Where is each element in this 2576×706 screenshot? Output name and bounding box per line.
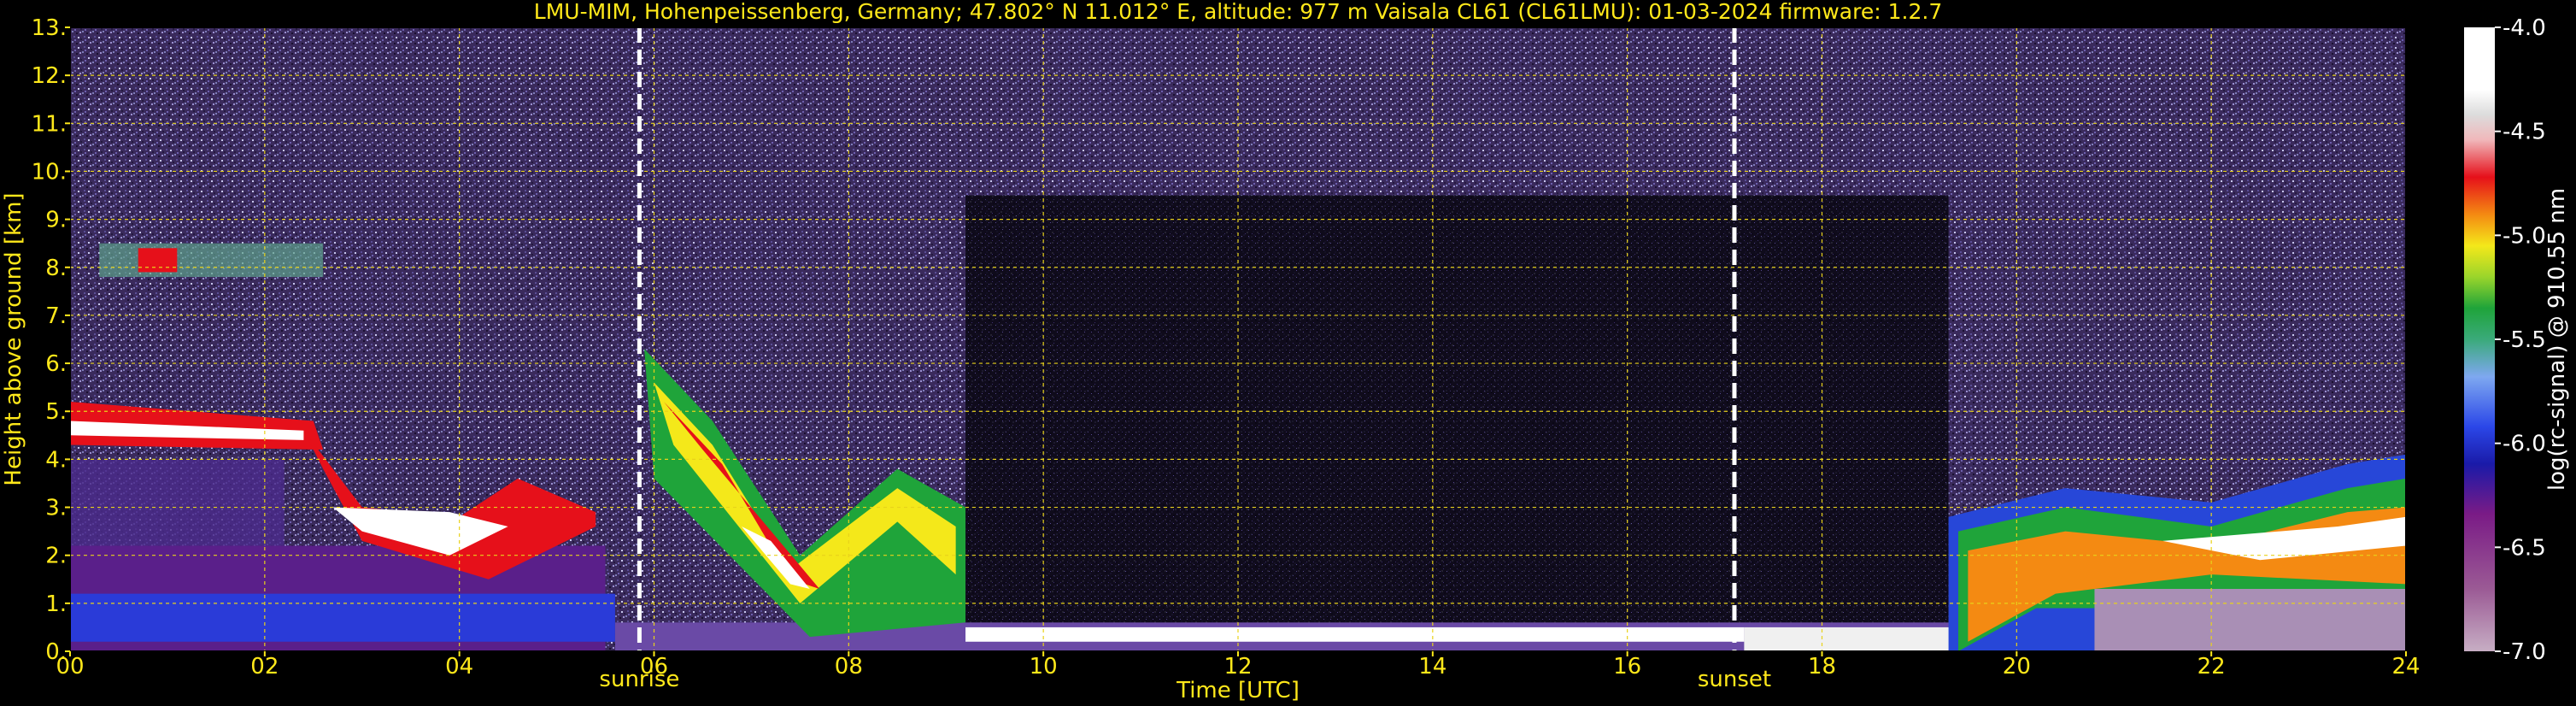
y-tick-label: 4. <box>45 447 67 473</box>
colorbar-tick-label: -7.0 <box>2503 639 2546 665</box>
plot-area <box>69 26 2407 652</box>
colorbar-tick-label: -6.0 <box>2503 432 2546 457</box>
x-tick-label: 02 <box>250 654 279 680</box>
annotation-label: sunset <box>1698 667 1771 692</box>
low-signal-region <box>965 195 1949 651</box>
x-tick-label: 18 <box>1808 654 1836 680</box>
colorbar-tick-label: -4.0 <box>2503 15 2546 41</box>
y-tick-label: 0. <box>45 639 67 665</box>
y-tick-label: 1. <box>45 591 67 617</box>
y-tick-label: 8. <box>45 256 67 281</box>
y-tick-label: 2. <box>45 544 67 569</box>
y-axis-label: Height above ground [km] <box>1 192 26 485</box>
y-axis: 0. 1. 2. 3. 4. 5. 6. 7. 8. 9. 10. 11. 12. 13. <box>32 15 70 665</box>
x-tick-label: 08 <box>835 654 863 680</box>
high-layer <box>99 243 324 277</box>
colorbar: -4.0 -4.5 -5.0 -5.5 -6.0 -6.5 -7.0 log(rc-sign… <box>2464 15 2570 665</box>
evening-surface <box>2094 589 2406 651</box>
colorbar-label: log(rc-signal) @ 910.55 nm <box>2544 188 2570 491</box>
x-tick-label: 12 <box>1223 654 1252 680</box>
y-tick-label: 7. <box>45 303 67 329</box>
y-tick-label: 11. <box>32 111 67 137</box>
x-tick-label: 10 <box>1030 654 1058 680</box>
ceilometer-chart: 00 02 04 06 08 10 12 14 16 18 20 22 24 0.1.2.3.4.5.6… <box>1 0 2570 703</box>
boundary-layer-band <box>70 459 285 546</box>
chart-title: LMU-MIM, Hohenpeissenberg, Germany; 47.8… <box>534 0 1942 24</box>
x-tick-label: 04 <box>445 654 473 680</box>
x-tick-label: 14 <box>1418 654 1446 680</box>
y-tick-label: 3. <box>45 496 67 521</box>
x-tick-label: 22 <box>2198 654 2226 680</box>
y-tick-label: 12. <box>32 63 67 89</box>
x-tick-label: 16 <box>1613 654 1641 680</box>
x-axis-label: Time [UTC] <box>1176 678 1300 703</box>
colorbar-scale <box>2464 27 2495 651</box>
annotation-label: sunrise <box>599 667 679 692</box>
x-tick-label: 20 <box>2003 654 2031 680</box>
y-tick-label: 9. <box>45 208 67 233</box>
high-layer-core <box>138 248 178 273</box>
colorbar-tick-label: -6.5 <box>2503 535 2546 561</box>
boundary-layer-band <box>70 593 615 642</box>
y-tick-label: 13. <box>32 15 67 41</box>
x-tick-label: 24 <box>2391 654 2420 680</box>
x-axis: 00 02 04 06 08 10 12 14 16 18 20 22 24 <box>56 651 2421 680</box>
y-tick-label: 6. <box>45 351 67 377</box>
y-tick-label: 5. <box>45 399 67 425</box>
colorbar-tick-label: -5.0 <box>2503 223 2546 249</box>
colorbar-tick-label: -4.5 <box>2503 120 2546 145</box>
y-tick-label: 10. <box>32 159 67 185</box>
colorbar-tick-label: -5.5 <box>2503 327 2546 353</box>
